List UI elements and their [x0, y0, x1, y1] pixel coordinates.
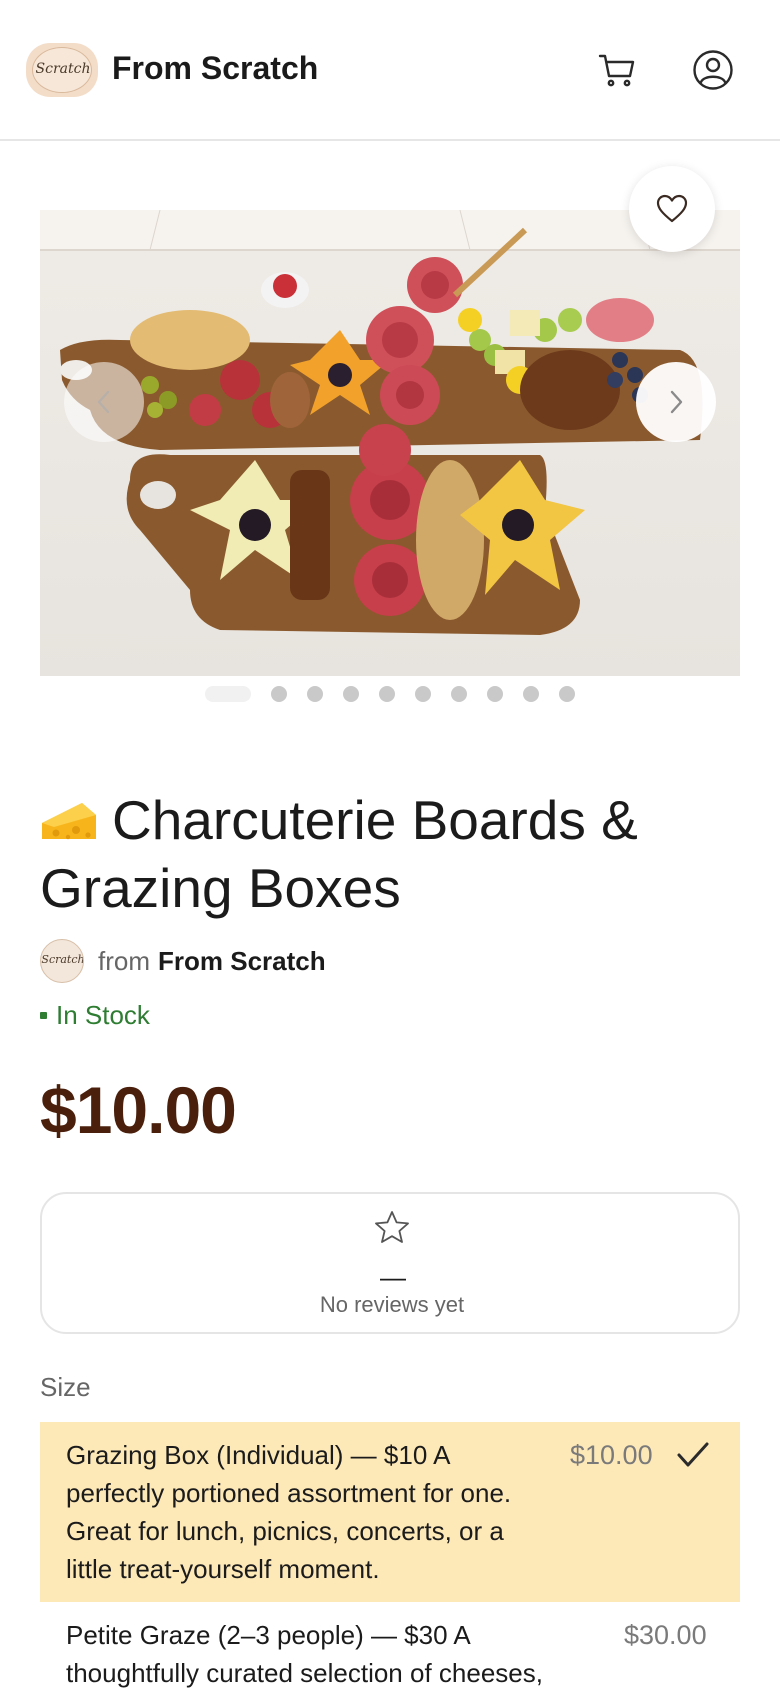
product-title: Charcuterie Boards & Grazing Boxes: [40, 786, 740, 922]
pagination-dot[interactable]: [415, 686, 431, 702]
star-outline-icon: [375, 1211, 409, 1243]
size-option-text: Petite Graze (2–3 people) — $30 A though…: [66, 1620, 543, 1688]
cart-button[interactable]: [592, 45, 642, 95]
chevron-right-icon: [670, 390, 683, 414]
stock-indicator-icon: [40, 1012, 47, 1019]
pagination-dot[interactable]: [307, 686, 323, 702]
pagination-dot[interactable]: [379, 686, 395, 702]
checkmark-icon: [677, 1442, 709, 1467]
seller-avatar: Scratch: [40, 939, 84, 983]
image-pagination: [0, 684, 780, 704]
pagination-dot[interactable]: [343, 686, 359, 702]
product-price: $10.00: [40, 1073, 237, 1147]
logo-badge: Scratch: [32, 47, 92, 93]
rating-value: —: [380, 1262, 406, 1292]
pagination-dot[interactable]: [205, 686, 251, 702]
size-option-text: Grazing Box (Individual) — $10 A perfect…: [66, 1440, 512, 1584]
heart-icon: [656, 194, 688, 223]
stock-status: In Stock: [40, 1000, 150, 1031]
store-name[interactable]: From Scratch: [112, 50, 318, 87]
product-photo: [40, 210, 740, 676]
seller-prefix: from: [98, 945, 150, 976]
logo-text: Scratch: [35, 61, 91, 77]
no-reviews-text: No reviews yet: [319, 1292, 465, 1317]
size-option-price: $30.00: [624, 1620, 707, 1650]
cheese-icon: [42, 803, 96, 840]
size-option[interactable]: Petite Graze (2–3 people) — $30 A though…: [40, 1602, 740, 1688]
pagination-dot[interactable]: [487, 686, 503, 702]
size-option-price: $10.00: [570, 1440, 653, 1470]
pagination-dot[interactable]: [451, 686, 467, 702]
store-logo[interactable]: Scratch: [26, 43, 98, 97]
user-circle-icon: [693, 50, 733, 90]
reviews-card[interactable]: — No reviews yet: [40, 1192, 740, 1334]
size-option-selected[interactable]: Grazing Box (Individual) — $10 A perfect…: [40, 1422, 740, 1602]
pagination-dot[interactable]: [523, 686, 539, 702]
previous-image-button[interactable]: [64, 362, 144, 442]
product-image[interactable]: [40, 210, 740, 676]
stock-label: In Stock: [56, 1000, 150, 1030]
account-button[interactable]: [688, 45, 738, 95]
product-title-text: Charcuterie Boards & Grazing Boxes: [40, 789, 638, 919]
top-bar: Scratch From Scratch: [0, 0, 780, 141]
seller-row[interactable]: Scratch from From Scratch: [40, 939, 326, 983]
pagination-dot[interactable]: [559, 686, 575, 702]
chevron-left-icon: [97, 390, 110, 414]
next-image-button[interactable]: [636, 362, 716, 442]
pagination-dot[interactable]: [271, 686, 287, 702]
seller-name-link[interactable]: From Scratch: [158, 946, 326, 977]
favorite-button[interactable]: [629, 166, 715, 252]
size-label: Size: [40, 1372, 91, 1402]
cart-icon: [598, 54, 635, 87]
